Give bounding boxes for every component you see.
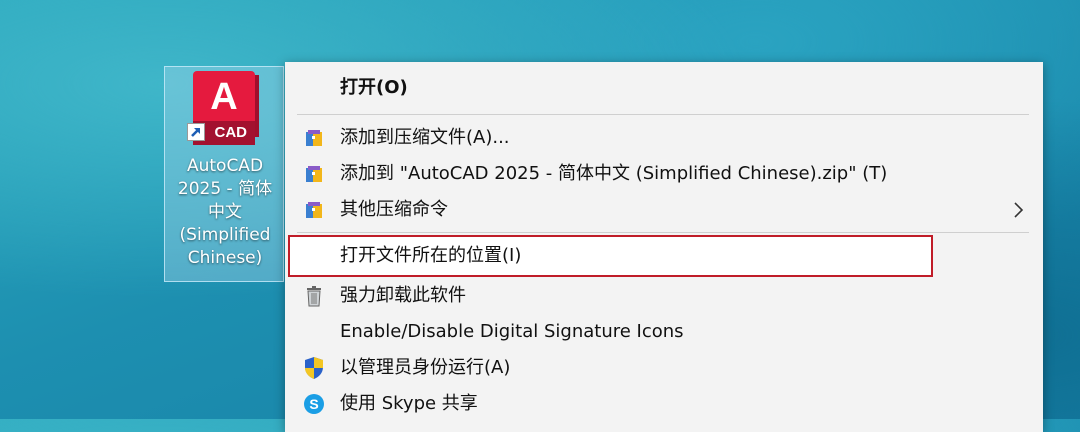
menu-item-label: 添加到 "AutoCAD 2025 - 简体中文 (Simplified Chi…: [340, 163, 888, 184]
menu-item-run-as-admin[interactable]: 以管理员身份运行(A): [285, 350, 1043, 386]
menu-item-label: 打开文件所在的位置(I): [340, 245, 522, 266]
autocad-tile-letter: A: [193, 71, 255, 121]
svg-text:S: S: [309, 396, 318, 412]
menu-item-add-to-archive[interactable]: 添加到压缩文件(A)...: [285, 120, 1043, 156]
menu-item-label: 打开(O): [340, 77, 408, 98]
archive-icon: [301, 162, 327, 186]
archive-icon: [301, 198, 327, 222]
menu-item-digital-signature[interactable]: Enable/Disable Digital Signature Icons: [285, 314, 1043, 350]
skype-icon: S: [301, 392, 327, 416]
archive-icon: [301, 126, 327, 150]
menu-item-label: Enable/Disable Digital Signature Icons: [340, 321, 684, 342]
menu-item-label: 添加到压缩文件(A)...: [340, 127, 510, 148]
context-menu: 打开(O) 添加到压缩文件(A)... 添加到 "AutoCAD 2025 - …: [285, 62, 1043, 432]
menu-item-open[interactable]: 打开(O): [285, 70, 1043, 106]
menu-item-label: 使用 Skype 共享: [340, 393, 478, 414]
autocad-app-icon: A CAD: [187, 71, 259, 145]
desktop-icon-label: AutoCAD 2025 - 简体 中文 (Simplified Chinese…: [177, 156, 273, 268]
shortcut-arrow-icon: [187, 123, 205, 141]
menu-item-label: 其他压缩命令: [340, 199, 448, 220]
menu-item-add-to-zip[interactable]: 添加到 "AutoCAD 2025 - 简体中文 (Simplified Chi…: [285, 156, 1043, 192]
shield-icon: [301, 356, 327, 380]
menu-item-label: 强力卸载此软件: [340, 285, 466, 306]
menu-item-label: 以管理员身份运行(A): [340, 357, 511, 378]
menu-item-open-file-location[interactable]: 打开文件所在的位置(I): [285, 238, 1043, 274]
menu-item-force-uninstall[interactable]: 强力卸载此软件: [285, 278, 1043, 314]
tile-side: [255, 75, 259, 137]
menu-separator: [297, 114, 1029, 115]
desktop-icon-autocad[interactable]: A CAD AutoCAD 2025 - 简体 中文 (Simplified C…: [164, 66, 284, 282]
trash-icon: [301, 284, 327, 308]
menu-item-other-compress[interactable]: 其他压缩命令: [285, 192, 1043, 228]
chevron-right-icon: [1009, 201, 1027, 219]
menu-separator: [297, 232, 1029, 233]
menu-item-skype-share[interactable]: S 使用 Skype 共享: [285, 386, 1043, 422]
